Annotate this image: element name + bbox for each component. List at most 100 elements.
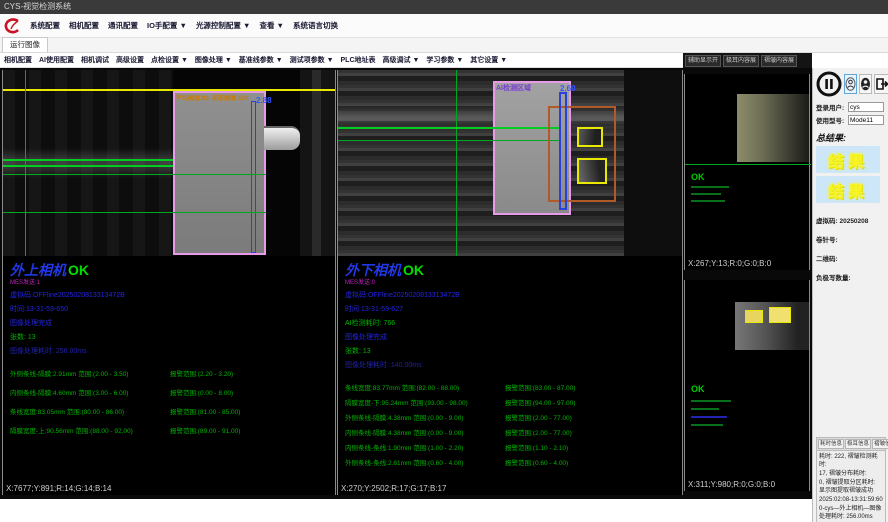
tool-baseline-params[interactable]: 基准线参数 ▼ (239, 55, 283, 65)
tab-run-image[interactable]: 运行图像 (2, 37, 48, 52)
model-label: 使用型号: (816, 115, 848, 125)
tool-camera-debug[interactable]: 相机调试 (81, 55, 109, 65)
app-logo-icon (3, 17, 21, 35)
pixel-coordinates: X:270;Y:2502;R:17;G:17;B:17 (341, 484, 446, 493)
info-tab-wrinkle[interactable]: 褶皱信息 (872, 439, 888, 449)
tool-plc-address[interactable]: PLC地址表 (341, 55, 376, 65)
model-row: 使用型号: (816, 115, 886, 125)
ai-elapsed-line: AI检测耗时: 766 (345, 318, 680, 328)
left-result-overlay: 外上相机OK MES发送:1 虚拟码:OFFline20250208133134… (10, 260, 333, 444)
center-result-overlay: 外下相机OK MES发送:0 虚拟码:OFFline20250208133134… (345, 260, 680, 472)
login-user-input[interactable] (848, 102, 884, 112)
logout-icon (875, 77, 888, 91)
virtual-code-label: 虚拟码: 20250208 (816, 215, 886, 225)
menu-comm-config[interactable]: 通讯配置 (108, 20, 138, 31)
measurement-row: 内侧条线-隔膜:4.60mm 范围:(3.00 - 6.00)报警范围:(0.0… (10, 387, 333, 397)
tool-image-processing[interactable]: 图像处理 ▼ (195, 55, 232, 65)
pause-button[interactable] (816, 71, 842, 97)
threshold-label: 平均阈值:93, 动态阈值:100 (176, 93, 248, 102)
processing-done-line: 图像处理完成 (10, 318, 333, 328)
menu-language-switch[interactable]: 系统语言切换 (293, 20, 338, 31)
measurement-row: 内侧条线-条线:1.90mm 范围:(1.00 - 2.20)报警范围:(1.1… (345, 442, 680, 452)
exit-button[interactable] (874, 74, 888, 94)
text-line-decoration (691, 193, 721, 195)
measure-rect-blue (251, 101, 256, 253)
pixel-coordinates: X:7677;Y:891;R:14;G:14;B:14 (6, 484, 111, 493)
menu-light-config[interactable]: 光源控制配置 ▼ (196, 20, 251, 31)
camera-view-small-top[interactable]: OK X:267;Y:13;R:0;G:0;B:0 (684, 74, 810, 270)
metal-tab (264, 126, 300, 150)
mini-tab-aux-display[interactable]: 辅助显示开 (685, 55, 721, 67)
tool-other-settings[interactable]: 其它设置 ▼ (470, 55, 507, 65)
elapsed-line: 图像处理耗时: 256.00ms (10, 346, 333, 356)
measure-rect-blue (559, 92, 567, 210)
mini-tab-tab-content[interactable]: 极耳内容展 (723, 55, 759, 67)
processing-done-line: 图像处理完成 (345, 332, 680, 342)
calibration-line-yellow (3, 89, 335, 91)
small-camera-image (737, 94, 809, 162)
frame-count-line: 张数: 13 (345, 346, 680, 356)
defect-rect-yellow-1 (577, 127, 603, 147)
ai-region-label: AI检测区域 (496, 83, 531, 93)
edge-line-green-4 (3, 212, 266, 213)
needle-number-label: 卷针号: (816, 234, 886, 244)
user-filled-icon (860, 77, 871, 91)
measure-value-blue: 2.60 (560, 84, 576, 93)
text-line-decoration (691, 416, 727, 418)
menu-system-config[interactable]: 系统配置 (30, 20, 60, 31)
app-window: CYS-视觉检测系统 系统配置 相机配置 通讯配置 IO手配置 ▼ 光源控制配置… (0, 0, 888, 522)
center-camera-image: AI检测区域 2.60 (338, 70, 682, 256)
defect-rect-yellow-2 (577, 158, 607, 184)
user-login-button[interactable] (844, 74, 857, 94)
menu-view[interactable]: 查看 ▼ (259, 20, 284, 31)
camera-status-ok: OK (403, 262, 424, 278)
camera-view-outer-upper[interactable]: 平均阈值:93, 动态阈值:100 2.88 外上相机OK MES发送: (2, 70, 336, 495)
tool-ai-use-config[interactable]: AI使用配置 (39, 55, 74, 65)
time-line: 时间:13-31-59-650 (10, 304, 333, 314)
login-user-label: 登录用户: (816, 102, 848, 112)
mini-tabstrip: 辅助显示开 极耳内容展 褶皱内容展 (683, 53, 812, 68)
time-line: 时间:13-31-59-627 (345, 304, 680, 314)
model-input[interactable] (848, 115, 884, 125)
content-row: 平均阈值:93, 动态阈值:100 2.88 外上相机OK MES发送: (0, 68, 888, 522)
toolbar-row: 相机配置 AI使用配置 相机调试 高级设置 点检设置 ▼ 图像处理 ▼ 基准线参… (0, 53, 812, 68)
frame-count-line: 张数: 13 (10, 332, 333, 342)
control-panel: 登录用户: 使用型号: 总结果: 结果 结果 虚拟码: 20250208 卷针号… (812, 68, 888, 522)
reference-line-green-vertical (25, 70, 26, 256)
small-status-ok: OK (691, 172, 705, 182)
camera-status-ok: OK (68, 262, 89, 278)
machinery-texture-right (624, 70, 682, 256)
mini-tab-wrinkle-content[interactable]: 褶皱内容展 (761, 55, 797, 67)
camera-view-small-bottom[interactable]: OK X:311;Y:980;R:0;G:0;B:0 (684, 280, 810, 491)
tool-advanced-debug[interactable]: 高级调试 ▼ (383, 55, 420, 65)
tool-test-params[interactable]: 测试项参数 ▼ (290, 55, 334, 65)
tool-spot-check[interactable]: 点检设置 ▼ (151, 55, 188, 65)
small-status-ok: OK (691, 384, 705, 394)
barcode-line: 虚拟码:OFFline2025020813313472B (345, 290, 680, 300)
text-line-decoration (691, 186, 729, 188)
camera-view-outer-lower[interactable]: AI检测区域 2.60 外下相机OK MES发送:0 (337, 70, 683, 495)
measure-value-blue: 2.88 (256, 96, 272, 105)
left-camera-image: 平均阈值:93, 动态阈值:100 2.88 (3, 70, 335, 256)
info-tab-elapsed[interactable]: 耗时信息 (818, 439, 844, 449)
menu-io-config[interactable]: IO手配置 ▼ (147, 20, 187, 31)
control-buttons (816, 71, 886, 97)
tool-advanced-settings[interactable]: 高级设置 (116, 55, 144, 65)
tool-learning-params[interactable]: 学习参数 ▼ (426, 55, 463, 65)
main-canvas: 平均阈值:93, 动态阈值:100 2.88 外上相机OK MES发送: (0, 68, 812, 499)
user-account-button[interactable] (859, 74, 872, 94)
window-title: CYS-视觉检测系统 (4, 2, 71, 11)
edge-line-green-3 (3, 174, 266, 175)
menu-camera-config[interactable]: 相机配置 (69, 20, 99, 31)
measurement-row: 外侧条线-隔膜:2.91mm 范围:(2.00 - 3.50)报警范围:(2.2… (10, 368, 333, 378)
result-display-2: 结果 (816, 176, 880, 203)
text-line-decoration (691, 424, 723, 426)
write-count-label: 负极写数量: (816, 272, 886, 282)
info-box-tabs: 耗时信息 极耳信息 褶皱信息 (817, 438, 885, 451)
measurement-row: 条线宽度:83.77mm 范围:(82.00 - 88.00)报警范围:(83.… (345, 382, 680, 392)
tool-camera-config[interactable]: 相机配置 (4, 55, 32, 65)
text-line-decoration (691, 408, 719, 410)
measurement-list: 外侧条线-隔膜:2.91mm 范围:(2.00 - 3.50)报警范围:(2.2… (10, 368, 333, 435)
info-tab-tab[interactable]: 极耳信息 (845, 439, 871, 449)
edge-line-green-2 (338, 140, 561, 141)
